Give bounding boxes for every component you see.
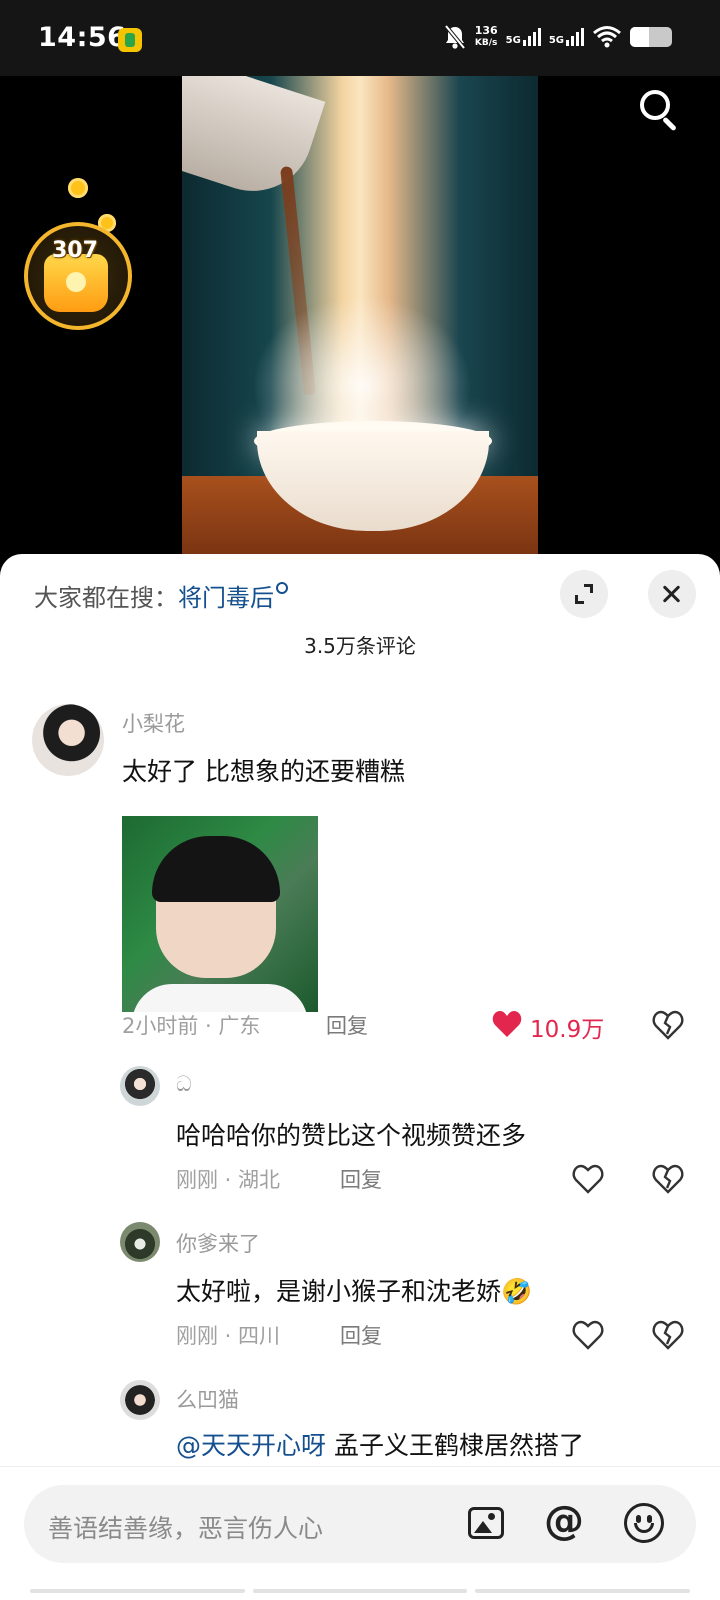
video-teapot bbox=[182, 76, 326, 207]
reply-item: 么凹猫 @天天开心呀 孟子义王鹤棣居然搭了 bbox=[0, 1376, 720, 1476]
reply-item: ධ 哈哈哈你的赞比这个视频赞还多 刚刚 · 湖北 回复 bbox=[0, 1064, 720, 1214]
like-outline-icon[interactable] bbox=[572, 1164, 604, 1194]
mute-bell-icon bbox=[444, 24, 466, 50]
reply-text-line: 太好啦，是谢小猴子和沈老娇🤣 bbox=[176, 1272, 532, 1308]
comment-meta: 2小时前 · 广东 bbox=[122, 1010, 260, 1040]
emoji-icon[interactable] bbox=[622, 1501, 666, 1545]
network-speed-unit: KB/s bbox=[474, 38, 498, 48]
status-time: 14:56 bbox=[38, 22, 127, 53]
comment-input[interactable]: 善语结善缘，恶言伤人心 @ bbox=[24, 1485, 696, 1563]
reply-text: 太好啦，是谢小猴子和沈老娇 bbox=[176, 1277, 502, 1306]
reply-text: 哈哈哈你的赞比这个视频赞还多 bbox=[176, 1121, 527, 1150]
meta-separator: · bbox=[198, 1014, 219, 1038]
reply-location: 四川 bbox=[238, 1324, 281, 1348]
comment-time: 2小时前 bbox=[122, 1014, 199, 1038]
status-bar: 14:56 136 KB/s 5G 5G bbox=[0, 0, 720, 76]
like-heart-icon[interactable] bbox=[492, 1010, 522, 1038]
dislike-icon[interactable] bbox=[652, 1320, 684, 1350]
comment-item: 小梨花 太好了 比想象的还要糟糕 2小时前 · 广东 回复 10.9万 bbox=[0, 554, 720, 1064]
sim1-label: 5G bbox=[505, 35, 521, 46]
coin-bag-widget[interactable]: 307 bbox=[22, 176, 138, 336]
reply-item: 你爹来了 太好啦，是谢小猴子和沈老娇🤣 刚刚 · 四川 回复 bbox=[0, 1220, 720, 1370]
reply-meta: 刚刚 · 四川 bbox=[176, 1320, 280, 1350]
comment-username[interactable]: 小梨花 bbox=[122, 708, 185, 738]
reply-username[interactable]: ධ bbox=[176, 1072, 192, 1097]
comment-location: 广东 bbox=[218, 1014, 261, 1038]
reply-button[interactable]: 回复 bbox=[340, 1164, 382, 1194]
reply-time: 刚刚 bbox=[176, 1168, 218, 1192]
sim2-label: 5G bbox=[548, 35, 564, 46]
reply-meta: 刚刚 · 湖北 bbox=[176, 1164, 280, 1194]
battery-icon bbox=[630, 27, 672, 47]
meta-separator: · bbox=[218, 1168, 239, 1192]
network-speed-value: 136 bbox=[474, 24, 498, 37]
video-frame[interactable] bbox=[182, 76, 538, 556]
signal-icon: 5G bbox=[506, 28, 541, 46]
comment-input-placeholder: 善语结善缘，恶言伤人心 bbox=[48, 1514, 324, 1543]
laughing-emoji-icon: 🤣 bbox=[501, 1277, 533, 1306]
at-icon[interactable]: @ bbox=[542, 1499, 586, 1543]
dislike-icon[interactable] bbox=[652, 1164, 684, 1194]
reply-location: 湖北 bbox=[238, 1168, 281, 1192]
coin-icon bbox=[68, 178, 88, 198]
comment-text: 太好了 比想象的还要糟糕 bbox=[122, 757, 405, 786]
avatar[interactable] bbox=[120, 1380, 160, 1420]
comments-panel: 大家都在搜：将门毒后 3.5万条评论 小梨花 太好了 比想象的还要糟糕 2小时前… bbox=[0, 554, 720, 1600]
home-indicator bbox=[30, 1589, 691, 1595]
like-count: 10.9万 bbox=[530, 1017, 605, 1043]
reply-username[interactable]: 你爹来了 bbox=[176, 1228, 260, 1258]
image-icon[interactable] bbox=[464, 1501, 508, 1545]
avatar[interactable] bbox=[120, 1066, 160, 1106]
dislike-icon[interactable] bbox=[652, 1010, 684, 1040]
reply-button[interactable]: 回复 bbox=[326, 1010, 368, 1040]
reply-time: 刚刚 bbox=[176, 1324, 218, 1348]
coin-count: 307 bbox=[52, 238, 98, 263]
avatar[interactable] bbox=[32, 704, 104, 776]
reply-username[interactable]: 么凹猫 bbox=[176, 1384, 239, 1414]
comment-input-bar: 善语结善缘，恶言伤人心 @ bbox=[0, 1466, 720, 1600]
mention-link[interactable]: @天天开心呀 bbox=[176, 1431, 326, 1460]
reply-text: 孟子义王鹤棣居然搭了 bbox=[326, 1431, 584, 1460]
meta-separator: · bbox=[218, 1324, 239, 1348]
wifi-icon bbox=[593, 26, 621, 48]
app-notification-icon bbox=[118, 28, 142, 52]
battery-level bbox=[630, 27, 649, 47]
signal-icon-2: 5G bbox=[549, 28, 584, 46]
reply-text-line: @天天开心呀 孟子义王鹤棣居然搭了 bbox=[176, 1426, 584, 1462]
like-outline-icon[interactable] bbox=[572, 1320, 604, 1350]
status-icons: 136 KB/s 5G 5G bbox=[443, 24, 672, 50]
comment-image[interactable] bbox=[122, 816, 318, 1012]
network-speed: 136 KB/s bbox=[475, 25, 498, 49]
avatar[interactable] bbox=[120, 1222, 160, 1262]
search-icon[interactable] bbox=[636, 86, 684, 134]
reply-button[interactable]: 回复 bbox=[340, 1320, 382, 1350]
